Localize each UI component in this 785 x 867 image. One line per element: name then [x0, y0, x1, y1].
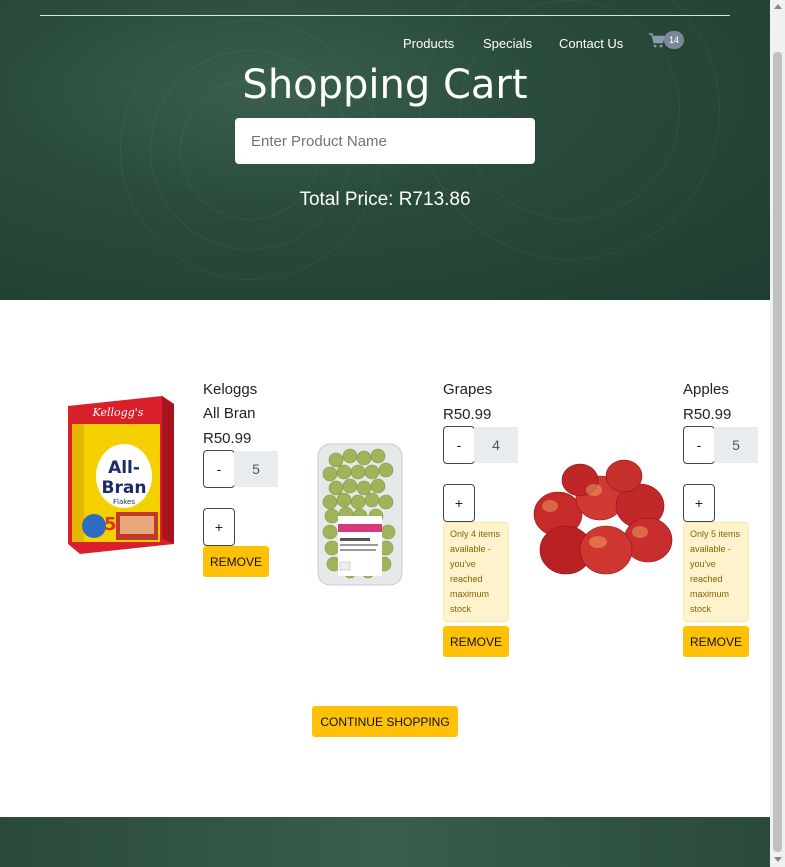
- product-price: R50.99: [203, 430, 252, 447]
- cart-count-badge: 14: [664, 31, 684, 49]
- product-name-line-2: All Bran: [203, 405, 256, 422]
- increase-quantity-button[interactable]: +: [203, 508, 235, 546]
- nav-link-products[interactable]: Products: [403, 36, 454, 51]
- shopping-cart-icon: [649, 33, 665, 48]
- product-image-grapes: [317, 443, 403, 586]
- remove-button[interactable]: REMOVE: [443, 626, 509, 657]
- svg-text:All-: All-: [108, 458, 140, 478]
- hero-banner: Products Specials Contact Us 14 Shopping…: [0, 0, 770, 300]
- svg-text:Bran: Bran: [102, 478, 147, 498]
- scrollbar-thumb[interactable]: [773, 52, 782, 852]
- quantity-field[interactable]: 5: [234, 451, 278, 487]
- nav-link-contact-us[interactable]: Contact Us: [559, 36, 623, 51]
- scroll-down-arrow-icon[interactable]: [774, 857, 782, 862]
- product-price: R50.99: [683, 406, 732, 423]
- product-image-kelloggs-all-bran: All- Bran Flakes Kellogg's 5: [68, 396, 174, 554]
- decrease-quantity-button[interactable]: -: [203, 450, 235, 488]
- product-name: Keloggs: [203, 381, 258, 398]
- product-price: R50.99: [443, 406, 492, 423]
- header-divider: [40, 15, 730, 16]
- product-name: Apples: [683, 381, 729, 398]
- scroll-up-arrow-icon[interactable]: [774, 4, 782, 9]
- increase-quantity-button[interactable]: +: [443, 484, 475, 522]
- scrollbar[interactable]: [770, 0, 785, 867]
- svg-text:Flakes: Flakes: [113, 498, 135, 506]
- stock-warning: Only 4 items available - you've reached …: [443, 522, 509, 622]
- decrease-quantity-button[interactable]: -: [683, 426, 715, 464]
- svg-text:Kellogg's: Kellogg's: [92, 406, 144, 419]
- page-title: Shopping Cart: [242, 62, 528, 108]
- product-image-apples: [533, 459, 673, 575]
- cart-button[interactable]: 14: [649, 31, 689, 53]
- product-name: Grapes: [443, 381, 493, 398]
- nav-link-specials[interactable]: Specials: [483, 36, 532, 51]
- remove-button[interactable]: REMOVE: [683, 626, 749, 657]
- increase-quantity-button[interactable]: +: [683, 484, 715, 522]
- quantity-field[interactable]: 5: [714, 427, 758, 463]
- decrease-quantity-button[interactable]: -: [443, 426, 475, 464]
- footer: [0, 817, 770, 867]
- total-price: Total Price: R713.86: [299, 189, 471, 210]
- stock-warning: Only 5 items available - you've reached …: [683, 522, 749, 622]
- product-search-input[interactable]: [235, 118, 535, 164]
- remove-button[interactable]: REMOVE: [203, 546, 269, 577]
- continue-shopping-button[interactable]: CONTINUE SHOPPING: [312, 706, 458, 737]
- quantity-field[interactable]: 4: [474, 427, 518, 463]
- svg-text:5: 5: [104, 514, 117, 535]
